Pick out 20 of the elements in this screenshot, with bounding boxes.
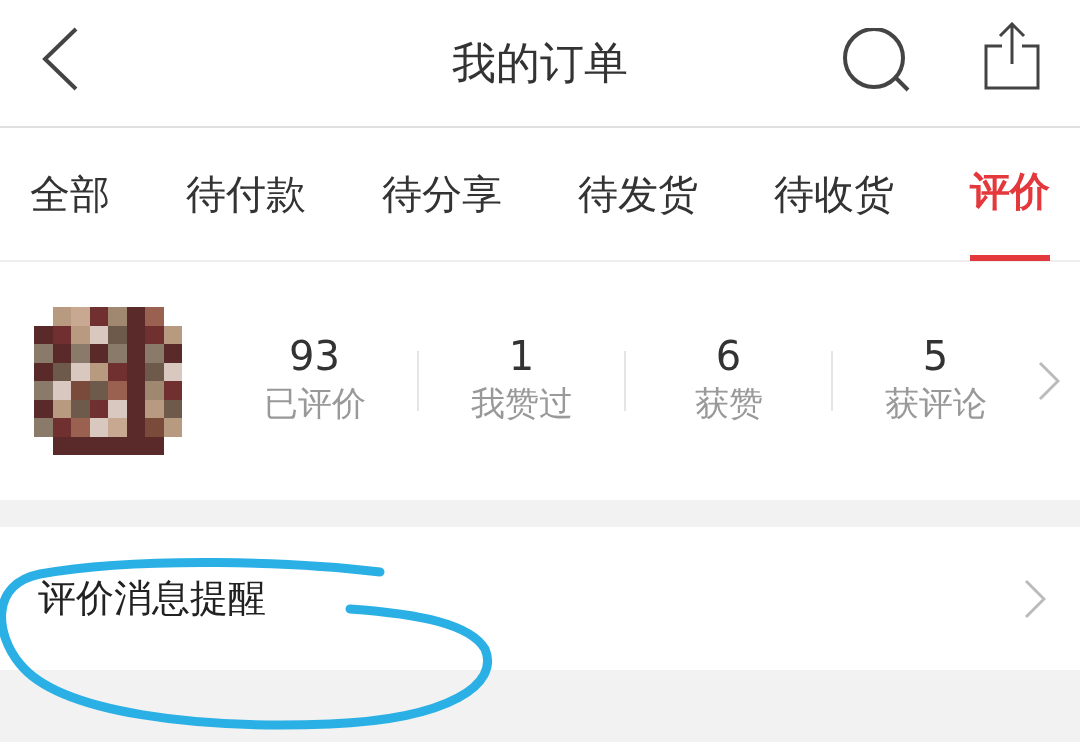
- stat-count: 5: [922, 333, 949, 378]
- search-icon[interactable]: [842, 28, 912, 92]
- tab[interactable]: 待收货: [774, 127, 894, 261]
- stat-label: 我赞过: [470, 381, 573, 425]
- page-title: 我的订单: [452, 36, 628, 90]
- stat-count: 6: [715, 333, 742, 378]
- back-icon[interactable]: [42, 27, 78, 91]
- menu-item[interactable]: 评价消息提醒: [0, 527, 1080, 670]
- tab[interactable]: 全部: [30, 127, 110, 261]
- stat-count: 1: [508, 333, 535, 378]
- tab[interactable]: 待分享: [382, 127, 502, 261]
- chevron-right-icon: [1024, 578, 1046, 619]
- tab[interactable]: 待付款: [186, 127, 306, 261]
- menu-label: 评价消息提醒: [38, 575, 266, 622]
- stat-label: 获赞: [694, 381, 763, 425]
- stat-label: 已评价: [263, 381, 366, 425]
- share-icon[interactable]: [984, 22, 1040, 90]
- tab[interactable]: 待发货: [578, 127, 698, 261]
- stat-count: 93: [289, 333, 340, 378]
- stat-label: 获评论: [884, 381, 987, 425]
